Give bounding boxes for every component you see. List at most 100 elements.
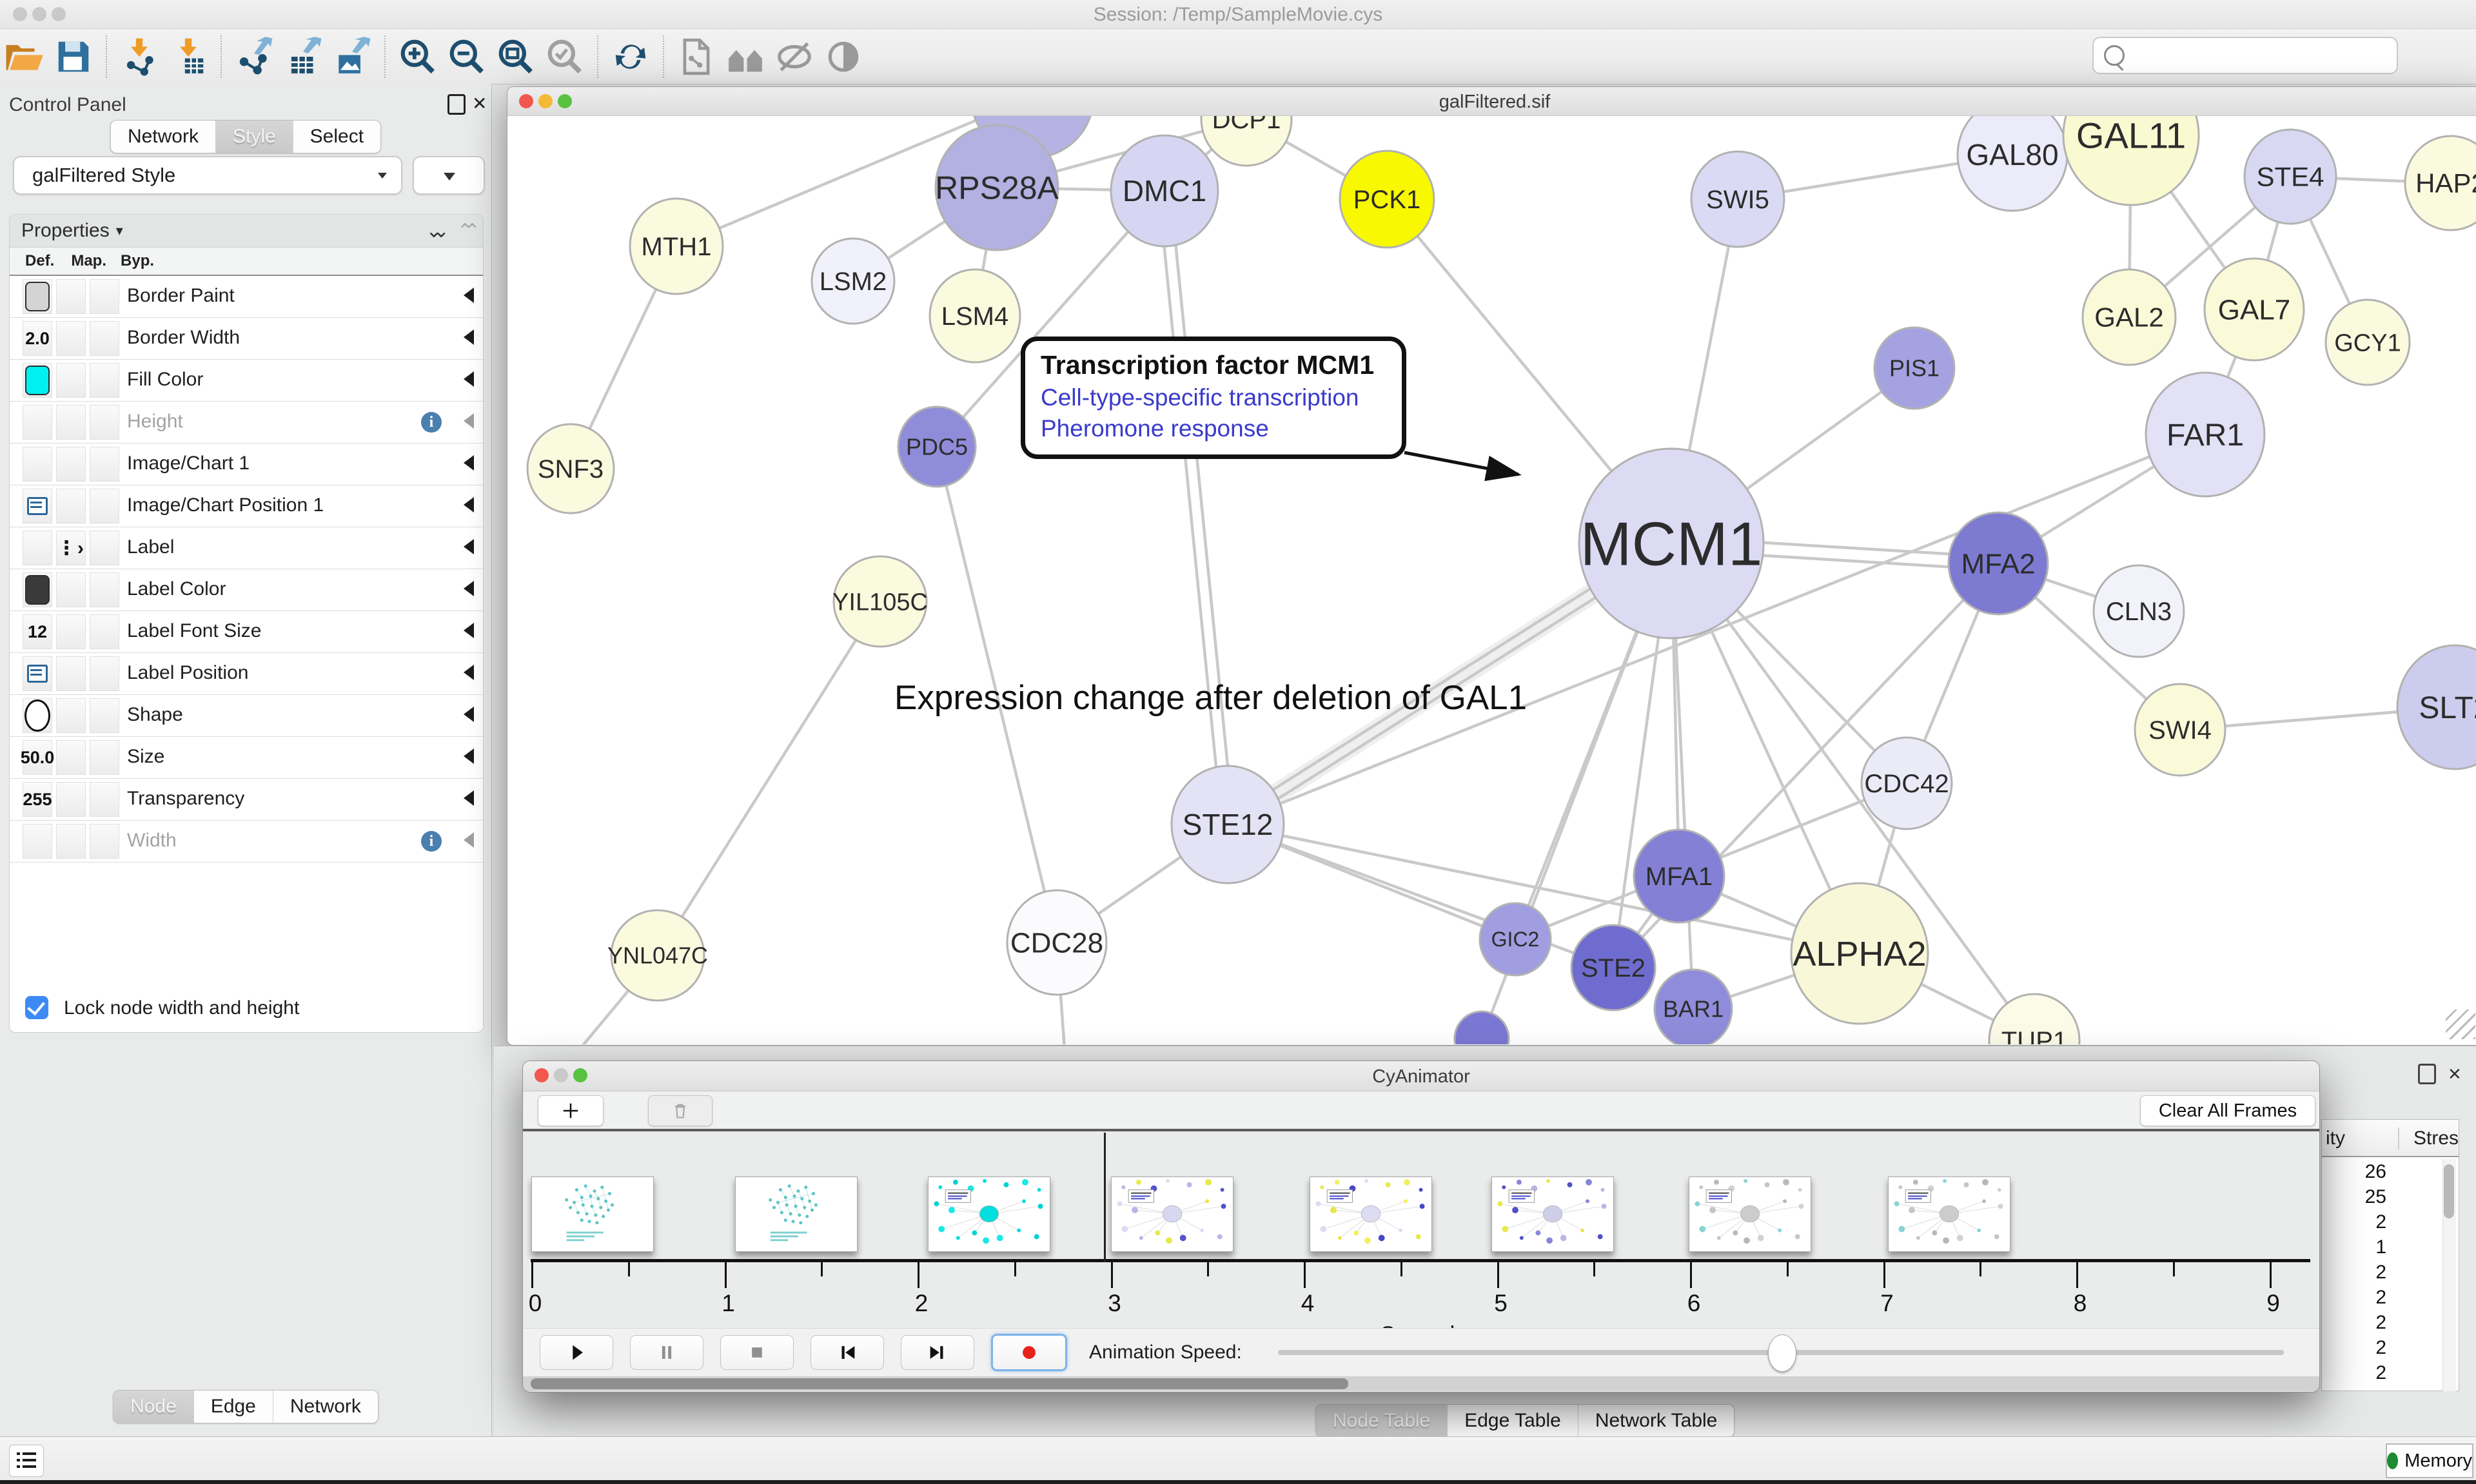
table-cell[interactable]: 2 — [2322, 1337, 2386, 1359]
zoom-fit-icon[interactable] — [496, 37, 536, 77]
property-row-fill-color[interactable]: Fill Color — [10, 360, 483, 402]
mapping-cell[interactable] — [56, 740, 86, 775]
animation-frame-2[interactable] — [928, 1176, 1050, 1252]
property-row-height[interactable]: Heighti — [10, 402, 483, 444]
mapping-cell[interactable] — [56, 782, 86, 817]
default-cell[interactable]: 50.0 — [23, 740, 52, 775]
style-selector[interactable]: galFiltered Style — [13, 156, 402, 195]
property-row-label-font-size[interactable]: 12Label Font Size — [10, 611, 483, 653]
tab-edge[interactable]: Edge — [194, 1391, 273, 1423]
default-cell[interactable] — [23, 489, 52, 523]
mapping-cell[interactable] — [56, 572, 86, 607]
collapse-arrow-icon[interactable] — [464, 288, 474, 303]
mapping-cell[interactable] — [56, 489, 86, 523]
table-cell[interactable]: 2 — [2322, 1262, 2386, 1284]
default-cell[interactable]: 2.0 — [23, 321, 52, 356]
info-icon[interactable]: i — [421, 831, 442, 852]
mapping-cell[interactable] — [56, 614, 86, 649]
collapse-all-icon[interactable]: ⌃⌃ — [457, 220, 483, 242]
collapse-arrow-icon[interactable] — [464, 748, 474, 764]
animation-frame-5[interactable] — [1491, 1176, 1614, 1252]
show-panels-button[interactable] — [9, 1445, 44, 1477]
bypass-cell[interactable] — [90, 279, 119, 314]
info-icon[interactable]: i — [421, 412, 442, 433]
mapping-cell[interactable] — [56, 656, 86, 691]
properties-header[interactable]: Properties ▾ ⌄⌄ ⌃⌃ — [10, 215, 483, 248]
tab-edge-table[interactable]: Edge Table — [1448, 1405, 1578, 1437]
edge-DMC1-STE12[interactable] — [1159, 191, 1222, 825]
slider-knob[interactable] — [1768, 1334, 1796, 1372]
zoom-out-icon[interactable] — [447, 37, 487, 77]
collapse-arrow-icon[interactable] — [464, 665, 474, 680]
default-cell[interactable] — [23, 824, 52, 859]
style-options-button[interactable] — [413, 156, 485, 195]
table-cell[interactable]: 2 — [2322, 1287, 2386, 1309]
bypass-cell[interactable] — [90, 531, 119, 565]
property-row-image-chart-position-1[interactable]: Image/Chart Position 1 — [10, 485, 483, 527]
default-cell[interactable] — [23, 405, 52, 440]
resize-grip[interactable] — [2446, 1010, 2475, 1039]
import-network-icon[interactable] — [119, 37, 159, 77]
bypass-cell[interactable] — [90, 572, 119, 607]
collapse-arrow-icon[interactable] — [464, 329, 474, 345]
bypass-cell[interactable] — [90, 782, 119, 817]
tab-network-table[interactable]: Network Table — [1578, 1405, 1734, 1437]
export-image-icon[interactable] — [332, 37, 372, 77]
bypass-cell[interactable] — [90, 489, 119, 523]
mapping-cell[interactable]: ⋮› — [56, 531, 86, 565]
collapse-arrow-icon[interactable] — [464, 539, 474, 554]
memory-button[interactable]: Memory — [2386, 1443, 2473, 1478]
control-panel-float-icon[interactable] — [447, 94, 466, 119]
property-row-image-chart-1[interactable]: Image/Chart 1 — [10, 444, 483, 485]
mapping-cell[interactable] — [56, 279, 86, 314]
cyanimator-titlebar[interactable]: CyAnimator — [523, 1061, 2319, 1091]
pause-button[interactable] — [630, 1335, 703, 1370]
tab-style[interactable]: Style — [216, 121, 293, 153]
stop-button[interactable] — [720, 1335, 794, 1370]
default-cell[interactable]: 12 — [23, 614, 52, 649]
mapping-cell[interactable] — [56, 698, 86, 733]
bypass-cell[interactable] — [90, 614, 119, 649]
refresh-icon[interactable] — [611, 37, 651, 77]
collapse-arrow-icon[interactable] — [464, 497, 474, 513]
table-cell[interactable]: 26 — [2322, 1161, 2386, 1183]
property-row-width[interactable]: Widthi — [10, 821, 483, 863]
animation-frame-7[interactable] — [1888, 1176, 2010, 1252]
property-row-label-position[interactable]: Label Position — [10, 653, 483, 695]
animation-frame-0[interactable] — [531, 1176, 654, 1252]
default-cell[interactable] — [23, 698, 52, 733]
close-panel-icon[interactable]: ✕ — [2448, 1064, 2462, 1084]
tab-select[interactable]: Select — [293, 121, 380, 153]
table-cell[interactable]: 2 — [2322, 1211, 2386, 1233]
tab-node-table[interactable]: Node Table — [1316, 1405, 1448, 1437]
collapse-arrow-icon[interactable] — [464, 790, 474, 806]
default-cell[interactable] — [23, 656, 52, 691]
table-cell[interactable]: 2 — [2322, 1312, 2386, 1334]
tab-network[interactable]: Network — [111, 121, 216, 153]
import-table-icon[interactable] — [168, 37, 208, 77]
timeline-scrollbar[interactable] — [523, 1376, 2319, 1391]
play-button[interactable] — [540, 1335, 613, 1370]
timeline-scrollbar-thumb[interactable] — [531, 1378, 1348, 1389]
property-row-shape[interactable]: Shape — [10, 695, 483, 737]
bypass-cell[interactable] — [90, 321, 119, 356]
playhead[interactable] — [1104, 1133, 1106, 1262]
property-row-border-width[interactable]: 2.0Border Width — [10, 318, 483, 360]
animation-frame-3[interactable] — [1111, 1176, 1233, 1252]
table-cell[interactable]: 2 — [2322, 1362, 2386, 1384]
open-session-icon[interactable] — [5, 37, 44, 77]
bypass-cell[interactable] — [90, 740, 119, 775]
zoom-in-icon[interactable] — [398, 37, 438, 77]
bypass-cell[interactable] — [90, 656, 119, 691]
property-row-size[interactable]: 50.0Size — [10, 737, 483, 779]
bypass-cell[interactable] — [90, 405, 119, 440]
collapse-arrow-icon[interactable] — [464, 623, 474, 638]
go-to-start-button[interactable] — [811, 1335, 884, 1370]
export-network-icon[interactable] — [234, 37, 274, 77]
default-cell[interactable] — [23, 572, 52, 607]
save-session-icon[interactable] — [54, 37, 93, 77]
mapping-cell[interactable] — [56, 405, 86, 440]
default-cell[interactable] — [23, 447, 52, 482]
search-field[interactable] — [2092, 37, 2398, 74]
bypass-cell[interactable] — [90, 698, 119, 733]
